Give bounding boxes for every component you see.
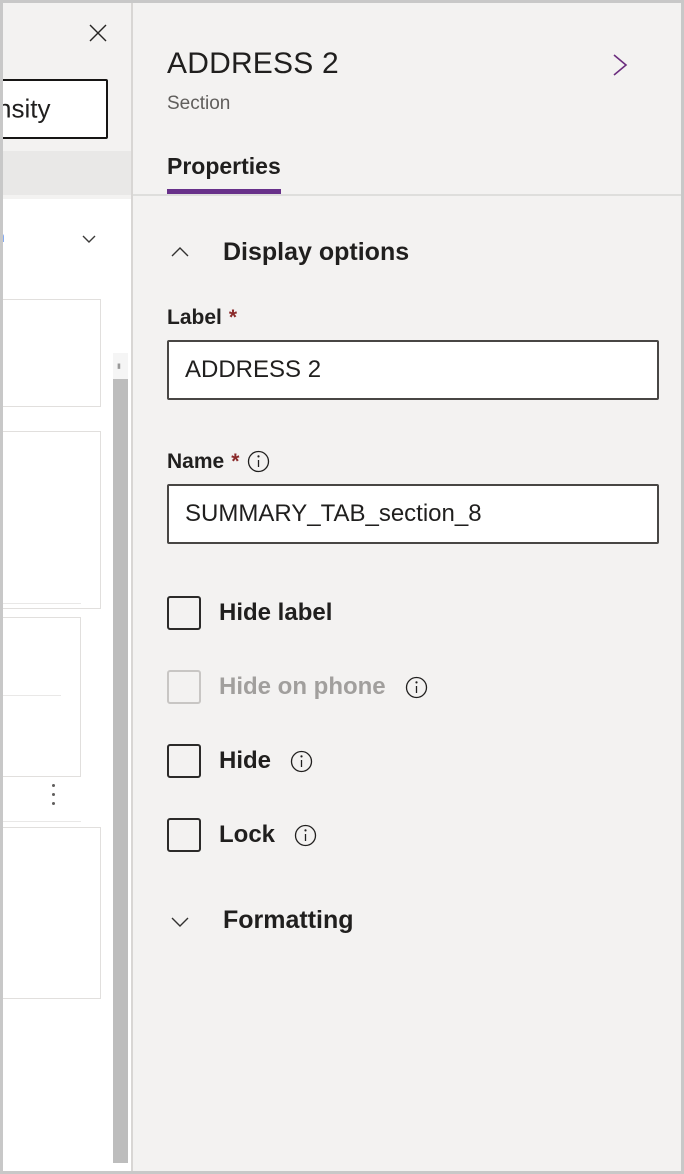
- section-title-formatting: Formatting: [223, 906, 354, 935]
- info-icon[interactable]: [404, 675, 429, 700]
- field-name-caption: Name *: [167, 449, 659, 474]
- panel-subtitle: Section: [167, 93, 230, 115]
- scroll-up-glyph: ▮: [117, 363, 121, 370]
- checkbox-hide-label-text: Hide label: [219, 599, 332, 627]
- chevron-up-icon[interactable]: [167, 240, 193, 266]
- info-icon[interactable]: [289, 749, 314, 774]
- checkbox-row-lock[interactable]: Lock: [167, 818, 318, 852]
- info-icon[interactable]: [246, 449, 271, 474]
- checkbox-lock-text: Lock: [219, 821, 275, 849]
- designer-name-input[interactable]: nsity: [3, 79, 108, 139]
- field-label-text: Label: [167, 306, 222, 330]
- panel-tabs: Properties: [167, 153, 281, 194]
- canvas-card[interactable]: [3, 617, 81, 777]
- name-input[interactable]: [167, 484, 659, 544]
- canvas-scrollbar-thumb[interactable]: [113, 379, 128, 1163]
- checkbox-lock[interactable]: [167, 818, 201, 852]
- tab-properties[interactable]: Properties: [167, 153, 281, 194]
- field-label-caption: Label *: [167, 306, 659, 330]
- designer-toolbar: [3, 3, 131, 63]
- more-vertical-icon[interactable]: [52, 784, 56, 811]
- checkbox-hide[interactable]: [167, 744, 201, 778]
- designer-subheader-strip: [3, 151, 131, 195]
- checkbox-hide-label[interactable]: [167, 596, 201, 630]
- section-title-display-options: Display options: [223, 238, 409, 267]
- designer-name-value: nsity: [3, 94, 50, 125]
- checkbox-row-hide-on-phone: Hide on phone: [167, 670, 429, 704]
- tab-properties-label: Properties: [167, 153, 281, 179]
- lookup-field[interactable]: dstrom: [3, 213, 107, 265]
- canvas-card[interactable]: [3, 431, 101, 609]
- checkbox-hide-on-phone: [167, 670, 201, 704]
- canvas-card[interactable]: [3, 827, 101, 999]
- checkbox-row-hide[interactable]: Hide: [167, 744, 314, 778]
- chevron-down-icon[interactable]: [79, 229, 99, 249]
- checkbox-hide-text: Hide: [219, 747, 271, 775]
- field-name-text: Name: [167, 450, 224, 474]
- chevron-down-icon[interactable]: [167, 908, 193, 934]
- required-asterisk: *: [229, 306, 237, 330]
- label-input[interactable]: [167, 340, 659, 400]
- section-header-display-options[interactable]: Display options: [167, 238, 409, 267]
- canvas-divider: [3, 695, 61, 696]
- checkbox-hide-on-phone-text: Hide on phone: [219, 673, 386, 701]
- canvas-divider: [3, 603, 81, 604]
- page-title: ADDRESS 2: [167, 47, 339, 81]
- chevron-right-icon[interactable]: [605, 49, 633, 81]
- properties-panel-header: ADDRESS 2 Section Properties: [133, 3, 681, 196]
- checkbox-row-hide-label[interactable]: Hide label: [167, 596, 332, 630]
- canvas-divider: [3, 821, 81, 822]
- properties-panel: ADDRESS 2 Section Properties: [133, 3, 681, 1171]
- required-asterisk: *: [231, 450, 239, 474]
- field-name: Name *: [167, 449, 659, 544]
- canvas-card[interactable]: [3, 299, 101, 407]
- close-icon[interactable]: [87, 22, 109, 44]
- lookup-value: dstrom: [3, 227, 5, 247]
- designer-form-canvas: dstrom: [3, 199, 131, 1171]
- canvas-scroll-up-button[interactable]: ▮: [113, 353, 128, 379]
- field-label: Label *: [167, 306, 659, 400]
- info-icon[interactable]: [293, 823, 318, 848]
- section-header-formatting[interactable]: Formatting: [167, 906, 354, 935]
- properties-panel-body: Display options Label * Name *: [133, 196, 681, 1171]
- form-designer-canvas: nsity dstrom: [3, 3, 131, 1171]
- screenshot-root: nsity dstrom: [0, 0, 684, 1174]
